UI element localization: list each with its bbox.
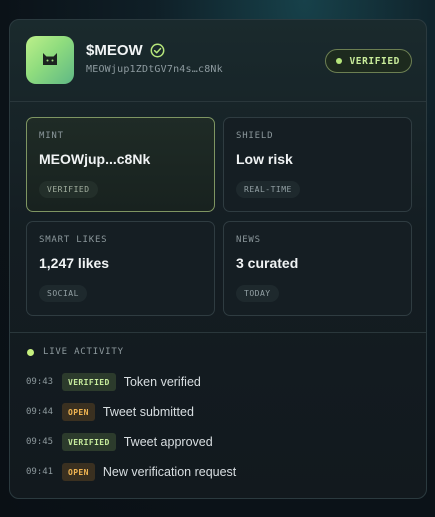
activity-item: 09:43 VERIFIED Token verified <box>26 372 201 392</box>
activity-text: New verification request <box>102 465 237 479</box>
verified-status-badge: VERIFIED <box>325 49 412 73</box>
activity-text: Token verified <box>123 375 201 389</box>
tile-value: 3 curated <box>236 255 299 271</box>
activity-item: 09:41 OPEN New verification request <box>26 462 236 482</box>
tile-news[interactable]: NEWS 3 curated TODAY <box>223 221 412 316</box>
live-dot-icon <box>27 348 34 356</box>
cat-icon <box>41 50 59 71</box>
token-name: $MEOW <box>86 42 165 59</box>
status-dot-icon <box>336 58 343 64</box>
tile-value: Low risk <box>236 151 293 167</box>
token-name-text: $MEOW <box>86 42 143 59</box>
tile-label: NEWS <box>236 235 261 245</box>
activity-time: 09:44 <box>26 407 54 417</box>
tile-shield[interactable]: SHIELD Low risk REAL-TIME <box>223 117 412 212</box>
section-divider <box>10 332 426 333</box>
tile-smart-likes[interactable]: SMART LIKES 1,247 likes SOCIAL <box>26 221 215 316</box>
activity-status-badge: OPEN <box>62 463 95 481</box>
activity-item: 09:44 OPEN Tweet submitted <box>26 402 194 422</box>
verified-status-text: VERIFIED <box>349 55 400 67</box>
tile-value: MEOWjup...c8Nk <box>39 151 151 167</box>
activity-text: Tweet approved <box>123 435 213 449</box>
activity-status-badge: VERIFIED <box>62 433 116 451</box>
token-address: MEOWjup1ZDtGV7n4s…c8Nk <box>86 64 223 75</box>
token-header: $MEOW MEOWjup1ZDtGV7n4s…c8Nk VERIFIED <box>10 20 426 102</box>
activity-status-badge: VERIFIED <box>62 373 116 391</box>
live-activity-heading: LIVE ACTIVITY <box>27 347 124 357</box>
tile-mint[interactable]: MINT MEOWjup...c8Nk VERIFIED <box>26 117 215 212</box>
token-card: $MEOW MEOWjup1ZDtGV7n4s…c8Nk VERIFIED MI… <box>9 19 427 499</box>
activity-time: 09:45 <box>26 437 54 447</box>
tile-value: 1,247 likes <box>39 255 110 271</box>
live-activity-title: LIVE ACTIVITY <box>43 347 124 357</box>
activity-text: Tweet submitted <box>102 405 194 419</box>
activity-time: 09:43 <box>26 377 54 387</box>
verified-check-icon <box>150 43 165 58</box>
token-avatar <box>26 36 74 84</box>
tile-tag: SOCIAL <box>39 285 87 302</box>
tile-label: MINT <box>39 131 64 141</box>
activity-item: 09:45 VERIFIED Tweet approved <box>26 432 213 452</box>
tile-tag: REAL-TIME <box>236 181 300 198</box>
activity-time: 09:41 <box>26 467 54 477</box>
tile-label: SHIELD <box>236 131 274 141</box>
tile-tag: TODAY <box>236 285 279 302</box>
activity-status-badge: OPEN <box>62 403 95 421</box>
tile-tag: VERIFIED <box>39 181 98 198</box>
tile-label: SMART LIKES <box>39 235 108 245</box>
